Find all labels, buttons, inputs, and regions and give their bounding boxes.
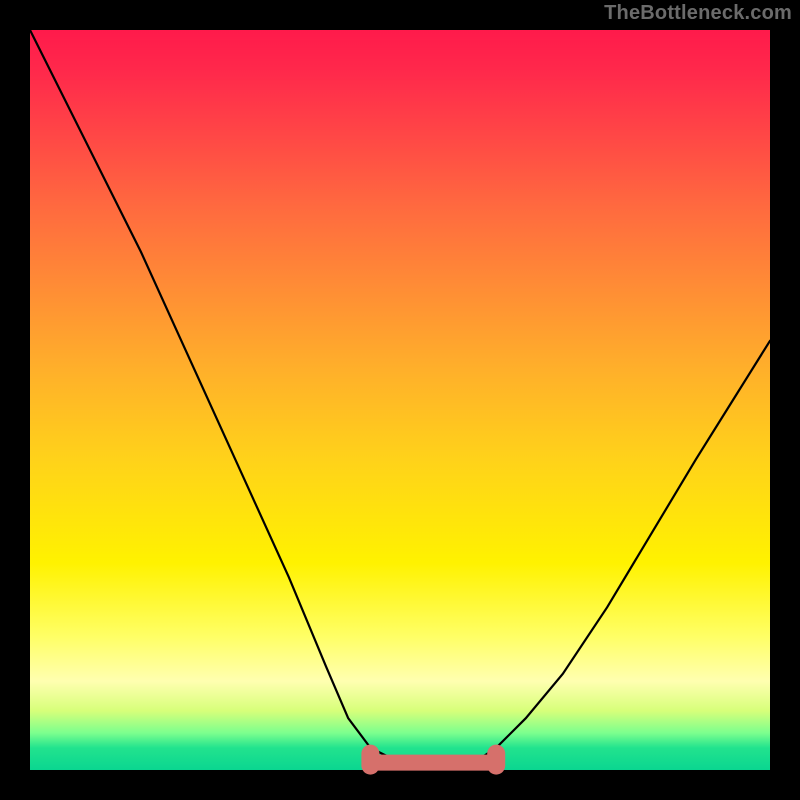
plot-area: [30, 30, 770, 770]
bottleneck-chart: [30, 30, 770, 770]
watermark-text: TheBottleneck.com: [604, 2, 792, 25]
chart-frame: TheBottleneck.com: [0, 0, 800, 800]
bottleneck-curve-line: [30, 30, 770, 766]
